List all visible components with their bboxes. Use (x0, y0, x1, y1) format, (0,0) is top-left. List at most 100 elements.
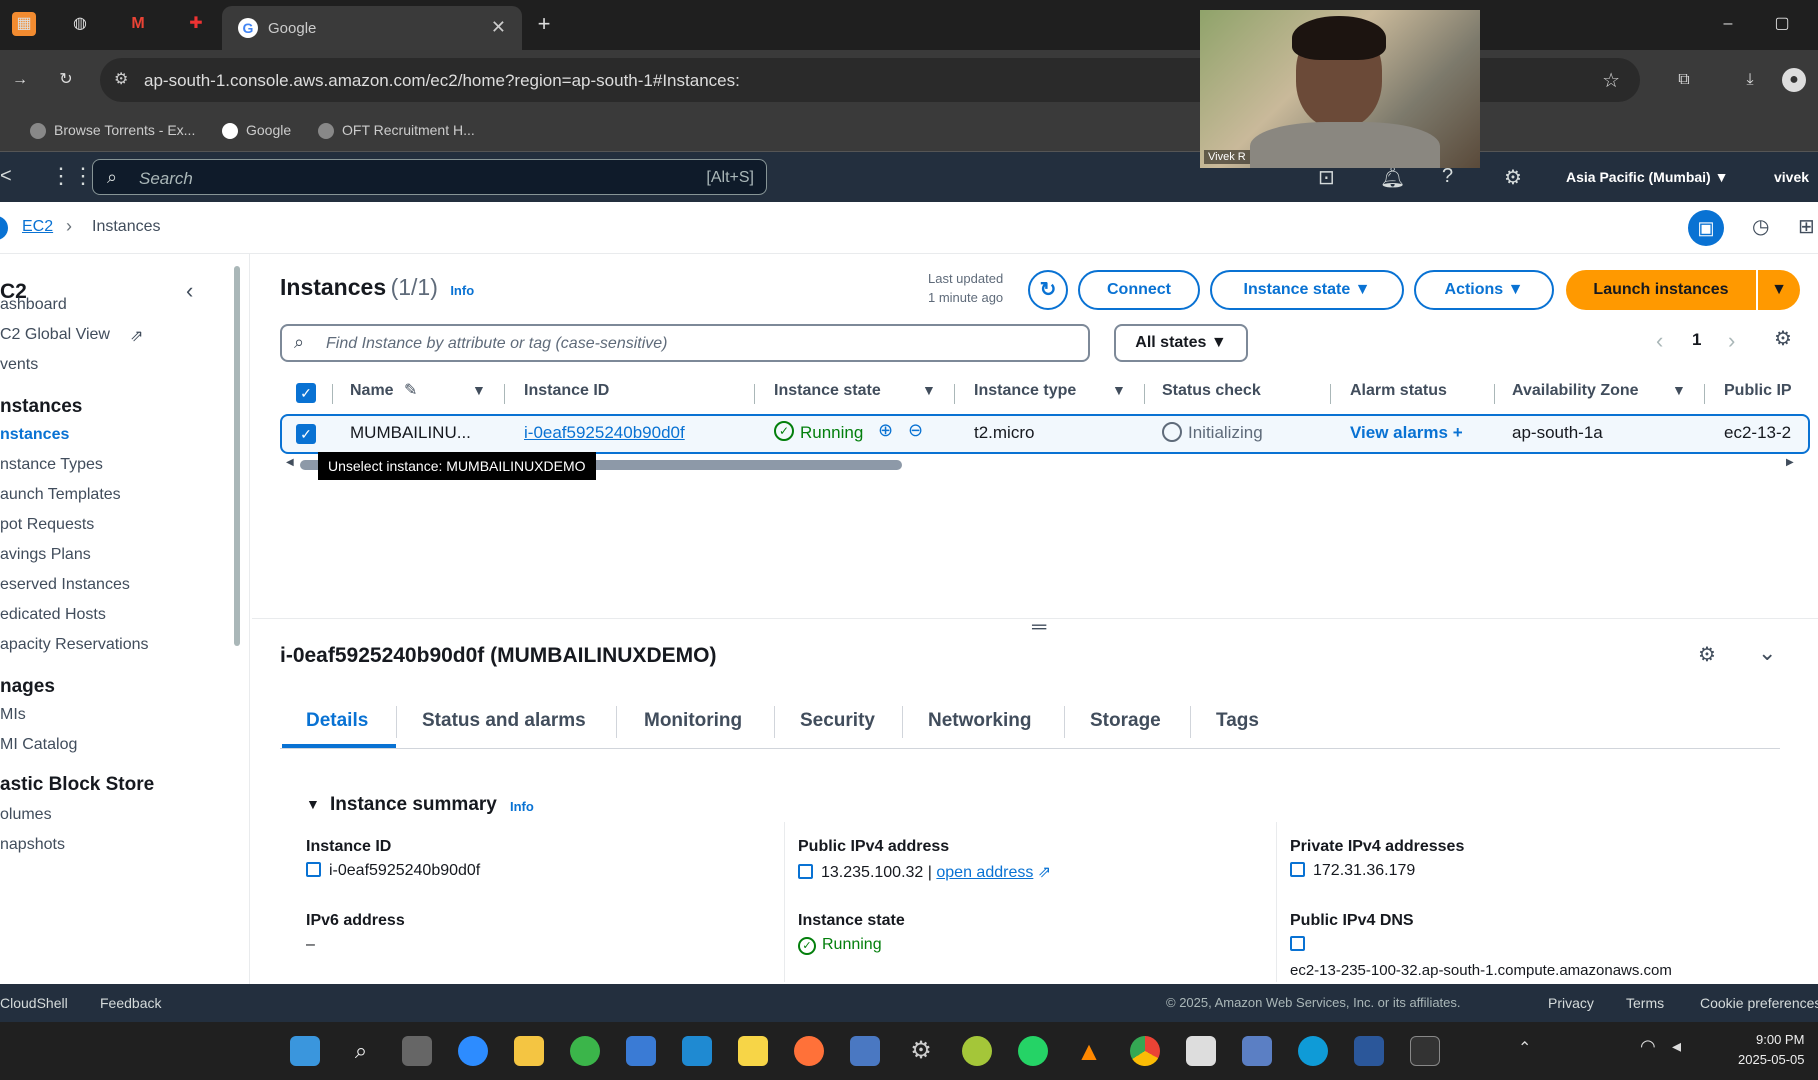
maximize-icon[interactable]: ▢ (1770, 12, 1794, 36)
history-icon[interactable]: ◷ (1752, 214, 1769, 239)
volume-icon[interactable]: ◂ (1672, 1036, 1681, 1057)
gmail-tab-icon[interactable]: M (126, 12, 150, 36)
sidebar-item[interactable]: MI Catalog (0, 736, 77, 754)
vlc-icon[interactable]: ▲ (1074, 1036, 1104, 1066)
task-view-icon[interactable] (402, 1036, 432, 1066)
sort-icon[interactable]: ▼ (1112, 382, 1126, 398)
sidebar-scrollbar[interactable] (234, 266, 240, 646)
next-page-icon[interactable]: › (1728, 328, 1735, 354)
row-checkbox[interactable]: ✓ (296, 424, 316, 444)
sidebar-item[interactable]: napshots (0, 836, 65, 854)
network-app-icon[interactable] (1242, 1036, 1272, 1066)
summary-caret-icon[interactable]: ▼ (306, 796, 320, 812)
green-app-icon[interactable] (570, 1036, 600, 1066)
site-info-icon[interactable]: ⚙ (114, 69, 128, 89)
close-tab-icon[interactable]: ✕ (491, 17, 506, 38)
chrome-icon[interactable] (1130, 1036, 1160, 1066)
edge-icon[interactable] (1298, 1036, 1328, 1066)
settings-gear-icon[interactable]: ⚙ (1504, 165, 1522, 190)
copy-icon[interactable] (1290, 936, 1305, 951)
tab-google[interactable]: G Google ✕ (222, 6, 522, 50)
terminal-icon[interactable] (1410, 1036, 1440, 1066)
copy-icon[interactable] (798, 864, 813, 879)
sidebar-section-heading[interactable]: nstances (0, 396, 82, 418)
sidebar-item[interactable]: olumes (0, 806, 52, 824)
copy-icon[interactable] (1290, 862, 1305, 877)
sort-icon[interactable]: ▼ (922, 382, 936, 398)
wifi-icon[interactable]: ◠ (1640, 1036, 1656, 1057)
collapse-details-icon[interactable]: ⌄ (1758, 640, 1776, 666)
user-menu[interactable]: vivek (1774, 169, 1809, 185)
sidebar-item[interactable]: eserved Instances (0, 576, 130, 594)
table-settings-icon[interactable]: ⚙ (1774, 326, 1792, 351)
zoom-in-icon[interactable]: ⊕ (878, 420, 893, 441)
launch-instances-button[interactable]: Launch instances (1566, 270, 1756, 310)
cookie-preferences-link[interactable]: Cookie preferences (1700, 995, 1818, 1011)
scroll-left-icon[interactable]: ◀ (286, 457, 294, 468)
tab-monitoring[interactable]: Monitoring (644, 710, 742, 732)
sidebar-item[interactable]: edicated Hosts (0, 606, 106, 624)
notifications-bell-icon[interactable]: 🔔︎ (1380, 165, 1405, 190)
file-explorer-icon[interactable] (514, 1036, 544, 1066)
region-selector[interactable]: Asia Pacific (Mumbai) ▼ (1566, 169, 1728, 185)
bookmark-google[interactable]: Google (222, 122, 291, 140)
cloudshell-link[interactable]: CloudShell (0, 995, 68, 1011)
profile-icon[interactable]: ● (1782, 68, 1806, 92)
instance-summary-heading[interactable]: Instance summary (330, 794, 497, 816)
sidebar-item[interactable]: C2 Global View (0, 326, 110, 344)
instance-id-value[interactable]: i-0eaf5925240b90d0f (306, 862, 480, 880)
sort-icon[interactable]: ▼ (472, 382, 486, 398)
terms-link[interactable]: Terms (1626, 995, 1664, 1011)
scroll-right-icon[interactable]: ▶ (1786, 457, 1794, 468)
sidebar-item[interactable]: apacity Reservations (0, 636, 149, 654)
all-states-dropdown[interactable]: All states ▼ (1114, 324, 1248, 362)
connect-button[interactable]: Connect (1078, 270, 1200, 310)
view-alarms-link[interactable]: View alarms + (1350, 423, 1463, 443)
app-icon[interactable]: ▦ (12, 12, 36, 36)
zoom-app-icon[interactable] (458, 1036, 488, 1066)
sidebar-item[interactable]: vents (0, 356, 38, 374)
sidebar-item[interactable]: nstances (0, 426, 69, 444)
sidebar-item[interactable]: pot Requests (0, 516, 94, 534)
sort-icon[interactable]: ▼ (1672, 382, 1686, 398)
new-tab-icon[interactable]: + (532, 12, 556, 36)
col-public-ip[interactable]: Public IP (1724, 382, 1792, 400)
feedback-link[interactable]: Feedback (100, 995, 161, 1011)
tray-chevron-icon[interactable]: ⌃ (1518, 1038, 1531, 1058)
whatsapp-icon[interactable] (1018, 1036, 1048, 1066)
page-number[interactable]: 1 (1692, 330, 1701, 350)
info-link[interactable]: Info (450, 283, 474, 298)
sidebar-item[interactable]: avings Plans (0, 546, 91, 564)
nav-toggle[interactable] (0, 216, 8, 240)
download-icon[interactable]: ⤓ (1738, 68, 1762, 92)
instance-state-dropdown[interactable]: Instance state ▼ (1210, 270, 1404, 310)
details-settings-icon[interactable]: ⚙ (1698, 642, 1716, 667)
notepad-icon[interactable] (1186, 1036, 1216, 1066)
sidebar-item[interactable]: MIs (0, 706, 26, 724)
cloudshell-icon[interactable]: ⊡ (1318, 165, 1335, 190)
photos-icon[interactable] (626, 1036, 656, 1066)
row-instance-id-link[interactable]: i-0eaf5925240b90d0f (524, 423, 685, 443)
open-address-link[interactable]: open address (936, 864, 1033, 881)
tools-panel-icon[interactable]: ⊞ (1798, 214, 1815, 239)
privacy-link[interactable]: Privacy (1548, 995, 1594, 1011)
red-tab-icon[interactable]: ✚ (184, 12, 208, 36)
col-availability-zone[interactable]: Availability Zone (1512, 382, 1639, 400)
col-status-check[interactable]: Status check (1162, 382, 1261, 400)
aws-logo-icon[interactable]: < (0, 165, 12, 188)
tab-storage[interactable]: Storage (1090, 710, 1161, 732)
tab-status-and-alarms[interactable]: Status and alarms (422, 710, 586, 732)
find-instance-input[interactable]: ⌕ Find Instance by attribute or tag (cas… (280, 324, 1090, 362)
sticky-notes-icon[interactable] (738, 1036, 768, 1066)
minimize-icon[interactable]: – (1716, 12, 1740, 36)
search-icon[interactable]: ⌕ (346, 1036, 376, 1066)
prev-page-icon[interactable]: ‹ (1656, 328, 1663, 354)
col-name[interactable]: Name (350, 382, 394, 400)
sidebar-section-heading[interactable]: nages (0, 676, 55, 698)
calculator-icon[interactable] (682, 1036, 712, 1066)
copy-icon[interactable] (306, 862, 321, 877)
start-icon[interactable] (290, 1036, 320, 1066)
help-icon[interactable]: ? (1442, 165, 1453, 188)
sidebar-section-heading[interactable]: astic Block Store (0, 774, 154, 796)
col-alarm-status[interactable]: Alarm status (1350, 382, 1447, 400)
